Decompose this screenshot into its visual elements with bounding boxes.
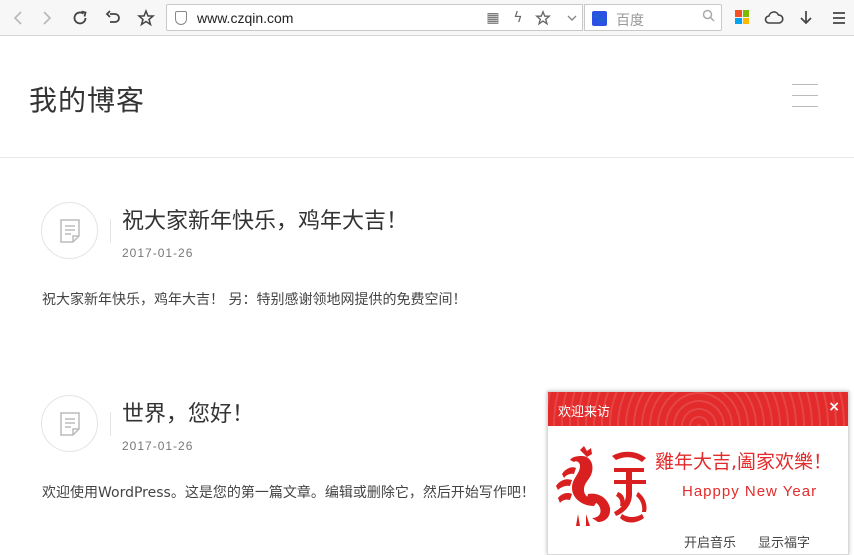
divider: [110, 219, 111, 243]
popup-header: 欢迎来访 ×: [548, 392, 848, 426]
qr-code-icon[interactable]: ▦: [483, 8, 503, 28]
popup-title: 欢迎来访: [558, 405, 611, 420]
search-bar[interactable]: 🐾 百度: [584, 4, 722, 31]
rooster-papercut-icon: [556, 446, 647, 526]
play-music-link[interactable]: 开启音乐: [684, 532, 736, 551]
back-icon[interactable]: [6, 6, 30, 30]
post-excerpt: 欢迎使用WordPress。这是您的第一篇文章。编辑或删除它，然后开始写作吧！: [42, 485, 535, 501]
address-bar[interactable]: www.czqin.com ▦ ϟ: [166, 4, 583, 31]
document-icon: [41, 202, 98, 259]
site-header: 我的博客: [0, 37, 854, 158]
site-title[interactable]: 我的博客: [29, 79, 145, 119]
post-excerpt: 祝大家新年快乐，鸡年大吉！ 另：特别感谢领地网提供的免费空间！: [42, 292, 467, 308]
menu-bar: [792, 84, 818, 85]
greeting-english: Happpy New Year: [682, 483, 818, 500]
search-icon[interactable]: [702, 9, 715, 26]
post-title[interactable]: 祝大家新年快乐，鸡年大吉！: [122, 203, 408, 235]
url-star-icon[interactable]: [533, 8, 553, 28]
apps-icon[interactable]: [735, 10, 749, 24]
chevron-down-icon[interactable]: [561, 4, 583, 31]
divider: [110, 412, 111, 436]
download-icon[interactable]: [794, 6, 818, 30]
undo-icon[interactable]: [101, 6, 125, 30]
menu-bar: [792, 95, 818, 96]
shield-icon: [175, 11, 187, 25]
post-date: 2017-01-26: [122, 246, 194, 260]
baidu-logo-icon: 🐾: [592, 11, 607, 26]
browser-toolbar: www.czqin.com ▦ ϟ 🐾 百度: [0, 0, 854, 36]
menu-bar: [792, 106, 818, 107]
search-input[interactable]: 百度: [616, 10, 644, 30]
menu-icon[interactable]: [827, 6, 851, 30]
post-title[interactable]: 世界，您好！: [122, 396, 254, 428]
show-fu-link[interactable]: 显示福字: [758, 532, 810, 551]
forward-icon[interactable]: [35, 6, 59, 30]
document-icon: [41, 395, 98, 452]
post-date: 2017-01-26: [122, 439, 194, 453]
welcome-popup: 欢迎来访 × 雞年大吉,阖家欢樂！ Happpy New Year 开启音乐 显…: [547, 391, 849, 555]
cloud-icon[interactable]: [762, 6, 786, 30]
greeting-chinese: 雞年大吉,阖家欢樂！: [655, 451, 833, 473]
close-icon[interactable]: ×: [828, 399, 840, 415]
menu-toggle-button[interactable]: [792, 84, 818, 108]
address-input[interactable]: www.czqin.com: [197, 10, 293, 26]
lightning-icon[interactable]: ϟ: [508, 8, 528, 28]
bookmark-star-icon[interactable]: [134, 6, 158, 30]
reload-icon[interactable]: [68, 6, 92, 30]
